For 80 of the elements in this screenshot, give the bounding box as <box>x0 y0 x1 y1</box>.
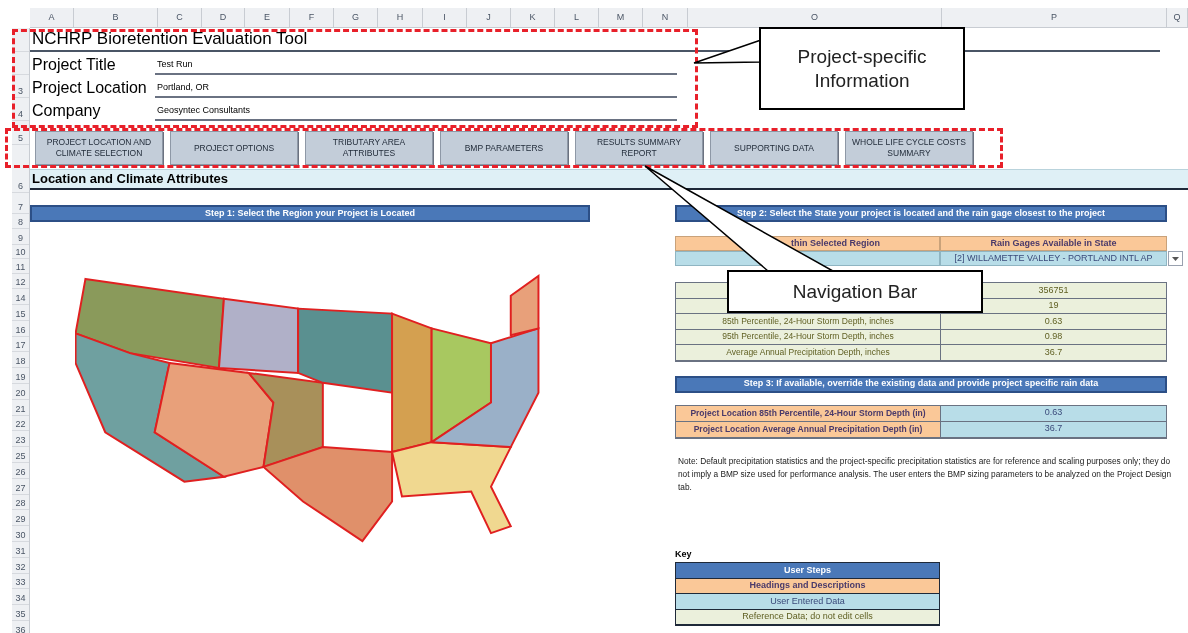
row-number: 29 <box>15 513 26 526</box>
column-header[interactable]: K <box>511 8 555 27</box>
key-title: Key <box>675 547 693 561</box>
callout-pointer <box>693 38 762 64</box>
row-number: 12 <box>15 276 26 288</box>
field-label: Project Location <box>31 78 148 98</box>
step-bar: Step 1: Select the Region your Project is Located <box>30 205 590 222</box>
row-number: 14 <box>15 292 26 304</box>
row-number: 9 <box>18 232 23 244</box>
row-number: 27 <box>15 481 26 494</box>
column-header[interactable]: J <box>467 8 511 27</box>
row-number: 11 <box>15 261 26 273</box>
nav-button[interactable]: RESULTS SUMMARY REPORT <box>575 131 703 165</box>
nav-button[interactable]: SUPPORTING DATA <box>710 131 838 165</box>
row-number: 26 <box>15 465 26 478</box>
column-header[interactable]: F <box>290 8 334 27</box>
row-number: 23 <box>15 434 26 447</box>
note-text: Note: Default precipitation statistics and the project-specific precipitation statistics are for reference and scaling purposes only; they do not imply a BMP size used for performance analysis. The user enters the BMP sizing parameters to be analyzed on the Project Design tab. <box>677 454 1172 494</box>
row-number: 5 <box>18 132 23 144</box>
row-number: 21 <box>15 402 26 415</box>
row-number: 7 <box>18 201 23 213</box>
row-number: 25 <box>15 449 26 462</box>
text-field[interactable]: Test Run <box>155 57 677 75</box>
field-label: Project Title <box>31 55 117 75</box>
column-header[interactable]: M <box>599 8 643 27</box>
row-number: 36 <box>15 623 26 633</box>
row-number: 6 <box>18 180 23 192</box>
column-header[interactable]: H <box>378 8 423 27</box>
nav-button[interactable]: PROJECT LOCATION AND CLIMATE SELECTION <box>35 131 163 165</box>
column-header[interactable]: A <box>30 8 74 27</box>
dropdown-field[interactable]: [2] WILLAMETTE VALLEY - PORTLAND INTL AP <box>940 251 1167 266</box>
row-number: 32 <box>15 560 26 573</box>
row-number: 30 <box>15 528 26 541</box>
table-cell: Average Annual Precipitation Depth, inches <box>676 345 941 361</box>
row-number: 18 <box>15 355 26 368</box>
column-header[interactable]: L <box>555 8 599 27</box>
row-number: 34 <box>15 592 26 605</box>
row-number: 16 <box>15 323 26 336</box>
row-number: 20 <box>15 386 26 399</box>
table-header: Project Location 85th Percentile, 24-Hour Storm Depth (in) <box>676 405 941 422</box>
table-cell: 0.63 <box>941 314 1166 330</box>
table-cell: 36.7 <box>941 345 1166 361</box>
row-number: 15 <box>15 307 26 320</box>
column-header[interactable]: G <box>334 8 378 27</box>
row-number: 31 <box>15 544 26 557</box>
row-number: 28 <box>15 497 26 510</box>
tool-title: NCHRP Bioretention Evaluation Tool <box>31 28 308 50</box>
step-bar: Step 2: Select the State your project is located and the rain gage closest to the project <box>675 205 1167 222</box>
column-header[interactable]: C <box>158 8 202 27</box>
column-header[interactable]: B <box>74 8 158 27</box>
nav-button[interactable]: PROJECT OPTIONS <box>170 131 298 165</box>
nav-button[interactable]: WHOLE LIFE CYCLE COSTS SUMMARY <box>845 131 973 165</box>
row-number: 19 <box>15 371 26 383</box>
step-bar: Step 3: If available, override the existing data and provide project specific rain data <box>675 375 1167 393</box>
nav-button[interactable]: BMP PARAMETERS <box>440 131 568 165</box>
key-item: User Entered Data <box>676 594 939 610</box>
column-header[interactable]: E <box>245 8 290 27</box>
section-title: Location and Climate Attributes <box>31 170 228 189</box>
nav-button[interactable]: TRIBUTARY AREA ATTRIBUTES <box>305 131 433 165</box>
row-number: 17 <box>15 339 26 352</box>
row-number: 10 <box>15 246 26 258</box>
input-cell[interactable]: 0.63 <box>941 405 1166 422</box>
row-number: 3 <box>18 85 23 97</box>
column-header[interactable]: N <box>643 8 688 27</box>
callout: Project-specific Information <box>759 27 965 110</box>
row-number: 22 <box>15 418 26 431</box>
text-field[interactable]: Portland, OR <box>155 80 677 98</box>
key-item: User Steps <box>676 563 939 579</box>
row-number: 4 <box>18 108 23 120</box>
row-number: 35 <box>15 607 26 620</box>
callout: Navigation Bar <box>727 270 983 313</box>
field-label: Company <box>31 101 102 121</box>
row-number: 8 <box>18 216 23 228</box>
row-number: 33 <box>15 576 26 589</box>
column-header[interactable]: I <box>423 8 467 27</box>
table-header: Rain Gages Available in State <box>940 236 1167 251</box>
column-header[interactable]: Q <box>1167 8 1188 27</box>
table-cell: 85th Percentile, 24-Hour Storm Depth, inches <box>676 314 941 330</box>
column-header[interactable]: D <box>202 8 245 27</box>
text-field[interactable]: Geosyntec Consultants <box>155 103 677 121</box>
